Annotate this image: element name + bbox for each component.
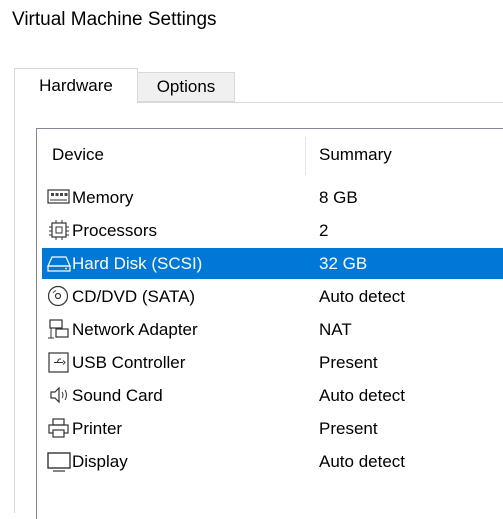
tab-hardware[interactable]: Hardware	[14, 68, 138, 103]
device-summary: Auto detect	[319, 452, 406, 471]
speaker-icon	[50, 386, 67, 404]
device-summary: 2	[319, 221, 329, 240]
hard-disk-icon	[47, 256, 71, 272]
device-name: CD/DVD (SATA)	[72, 287, 196, 306]
device-row-hard-disk[interactable]: Hard Disk (SCSI) 32 GB	[42, 248, 503, 279]
device-name: Display	[72, 452, 128, 471]
tab-options[interactable]: Options	[137, 72, 235, 102]
display-icon	[47, 452, 71, 472]
device-row-processors[interactable]: Processors 2	[42, 215, 503, 246]
device-row-usb-controller[interactable]: USB Controller Present	[42, 347, 503, 378]
device-name: USB Controller	[72, 353, 186, 372]
device-row-printer[interactable]: Printer Present	[42, 413, 503, 444]
device-row-sound-card[interactable]: Sound Card Auto detect	[42, 380, 503, 411]
device-name: Network Adapter	[72, 320, 198, 339]
device-name: Printer	[72, 419, 123, 438]
device-name: Processors	[72, 221, 158, 240]
device-summary: Present	[319, 419, 378, 438]
cd-dvd-icon	[47, 285, 69, 307]
device-row-network-adapter[interactable]: Network Adapter NAT	[42, 314, 503, 345]
usb-icon	[48, 352, 69, 373]
printer-icon	[48, 418, 69, 438]
device-name: Memory	[72, 188, 134, 207]
device-row-display[interactable]: Display Auto detect	[42, 446, 503, 477]
memory-icon	[47, 189, 70, 204]
column-header-device[interactable]: Device	[52, 145, 104, 165]
column-header-summary[interactable]: Summary	[319, 145, 392, 165]
device-name: Hard Disk (SCSI)	[72, 254, 203, 273]
device-summary: Auto detect	[319, 287, 406, 306]
column-divider[interactable]	[305, 137, 306, 175]
device-row-memory[interactable]: Memory 8 GB	[42, 182, 503, 213]
device-summary: 32 GB	[319, 254, 368, 273]
device-summary: Present	[319, 353, 378, 372]
device-row-cd-dvd[interactable]: CD/DVD (SATA) Auto detect	[42, 281, 503, 312]
device-summary: 8 GB	[319, 188, 358, 207]
device-name: Sound Card	[72, 386, 163, 405]
device-summary: Auto detect	[319, 386, 406, 405]
device-list[interactable]: Device Summary Memory 8 GB Processors 2	[36, 128, 503, 519]
window-title: Virtual Machine Settings	[12, 9, 217, 30]
processor-icon	[49, 220, 69, 240]
device-summary: NAT	[319, 320, 352, 339]
network-adapter-icon	[48, 319, 69, 339]
